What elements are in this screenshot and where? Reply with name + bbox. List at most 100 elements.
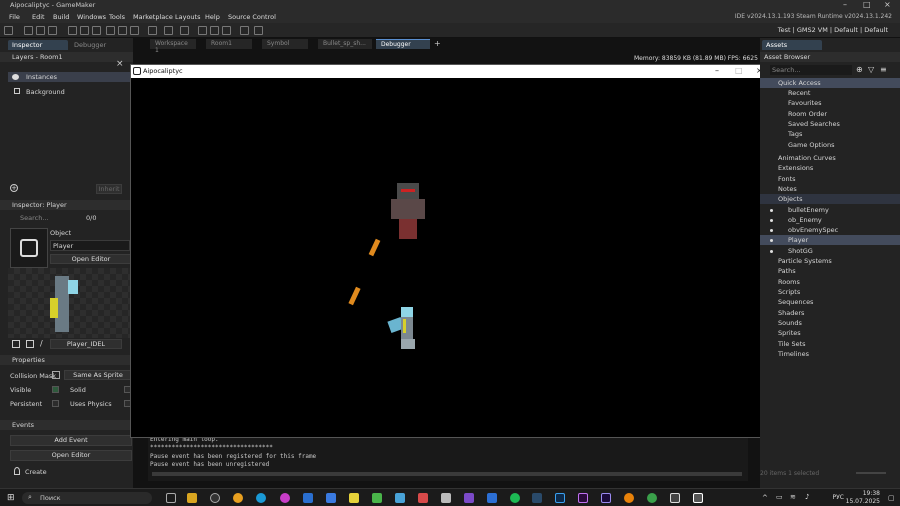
game-minimize-icon[interactable]: – xyxy=(715,66,719,75)
clean-icon[interactable] xyxy=(80,26,89,35)
zoom-slider[interactable] xyxy=(856,472,886,474)
zoom-in-icon[interactable] xyxy=(198,26,207,35)
menu-windows[interactable]: Windows xyxy=(77,13,106,21)
layout-icon[interactable] xyxy=(254,26,263,35)
menu-edit[interactable]: Edit xyxy=(32,13,45,21)
fonts-group[interactable]: Fonts xyxy=(760,174,900,184)
tab-debugger[interactable]: Debugger xyxy=(376,39,430,49)
quick-access[interactable]: Quick Access xyxy=(760,78,900,88)
asset-bullet-enemy[interactable]: bulletEnemy xyxy=(760,205,900,215)
premiere-icon[interactable] xyxy=(578,493,588,503)
open-editor-events-button[interactable]: Open Editor xyxy=(10,450,132,461)
scripts-group[interactable]: Scripts xyxy=(760,287,900,297)
app-icon[interactable] xyxy=(326,493,336,503)
tab-workspace[interactable]: Workspace 1 xyxy=(150,39,196,54)
menu-build[interactable]: Build xyxy=(53,13,69,21)
inherit-button[interactable]: Inherit xyxy=(96,184,122,194)
sprite-icon[interactable] xyxy=(12,340,20,348)
tile-sets-group[interactable]: Tile Sets xyxy=(760,339,900,349)
app-icon[interactable] xyxy=(372,493,382,503)
menu-marketplace[interactable]: Marketplace xyxy=(133,13,173,21)
favourites-item[interactable]: Favourites xyxy=(760,98,900,108)
events-header[interactable]: Events xyxy=(0,420,133,430)
vk-icon[interactable] xyxy=(303,493,313,503)
edit-sprite-icon[interactable] xyxy=(26,340,34,348)
close-debugger-icon[interactable]: × xyxy=(116,59,124,69)
blender-icon[interactable] xyxy=(624,493,634,503)
paths-group[interactable]: Paths xyxy=(760,266,900,276)
timelines-group[interactable]: Timelines xyxy=(760,349,900,359)
create-event[interactable]: Create xyxy=(25,468,47,476)
sprites-group[interactable]: Sprites xyxy=(760,328,900,338)
menu-help[interactable]: Help xyxy=(205,13,220,21)
settings-icon[interactable] xyxy=(180,26,189,35)
sounds-group[interactable]: Sounds xyxy=(760,318,900,328)
target-selector[interactable]: Test | GMS2 VM | Default | Default xyxy=(778,26,888,34)
build-icon[interactable] xyxy=(68,26,77,35)
network-icon[interactable]: ▭ xyxy=(776,493,783,501)
app-icon[interactable] xyxy=(487,493,497,503)
grid-icon[interactable] xyxy=(240,26,249,35)
game-maximize-icon[interactable]: □ xyxy=(735,66,743,75)
game-options-icon[interactable] xyxy=(164,26,173,35)
stop-icon[interactable] xyxy=(118,26,127,35)
inspector-search-input[interactable]: Search... xyxy=(10,214,49,222)
gamemaker-game-icon[interactable] xyxy=(693,493,703,503)
task-view-icon[interactable] xyxy=(166,493,176,503)
yandex-browser-icon[interactable] xyxy=(233,493,243,503)
telegram-icon[interactable] xyxy=(256,493,266,503)
animation-curves-group[interactable]: Animation Curves xyxy=(760,153,900,163)
notes-app-icon[interactable] xyxy=(349,493,359,503)
new-icon[interactable] xyxy=(24,26,33,35)
language-indicator[interactable]: РУС xyxy=(833,494,844,501)
target-icon[interactable] xyxy=(148,26,157,35)
sequences-group[interactable]: Sequences xyxy=(760,297,900,307)
asset-obv-enemy-spec[interactable]: obvEnemySpec xyxy=(760,225,900,235)
add-asset-icon[interactable]: ⊕ xyxy=(856,65,863,74)
menu-tools[interactable]: Tools xyxy=(109,13,125,21)
asset-search-input[interactable]: Search... xyxy=(770,65,852,75)
collision-mask-icon[interactable] xyxy=(52,371,60,379)
spotify-icon[interactable] xyxy=(510,493,520,503)
menu-file[interactable]: File xyxy=(9,13,20,21)
gamemaker-icon[interactable] xyxy=(670,493,680,503)
debug-icon[interactable] xyxy=(92,26,101,35)
extensions-group[interactable]: Extensions xyxy=(760,163,900,173)
package-icon[interactable] xyxy=(130,26,139,35)
sprite-selector[interactable]: Player_IDEL xyxy=(50,339,122,349)
tab-assets[interactable]: Assets xyxy=(762,40,822,50)
same-as-sprite-button[interactable]: Same As Sprite xyxy=(64,370,132,380)
particle-systems-group[interactable]: Particle Systems xyxy=(760,256,900,266)
asset-player[interactable]: Player xyxy=(760,235,900,245)
photoshop-icon[interactable] xyxy=(555,493,565,503)
visual-studio-icon[interactable] xyxy=(464,493,474,503)
persistent-checkbox[interactable] xyxy=(52,400,59,407)
tags-item[interactable]: Tags xyxy=(760,129,900,139)
menu-layouts[interactable]: Layouts xyxy=(175,13,200,21)
add-tab-icon[interactable]: + xyxy=(434,39,441,48)
add-event-button[interactable]: Add Event xyxy=(10,435,132,446)
object-name-field[interactable]: Player xyxy=(50,240,130,251)
file-explorer-icon[interactable] xyxy=(187,493,197,503)
room-order-item[interactable]: Room Order xyxy=(760,109,900,119)
zoom-reset-icon[interactable] xyxy=(222,26,231,35)
tab-debugger[interactable]: Debugger xyxy=(70,40,128,50)
media-player-icon[interactable] xyxy=(210,493,220,503)
recent-item[interactable]: Recent xyxy=(760,88,900,98)
windows-start-icon[interactable]: ⊞ xyxy=(7,493,15,503)
close-icon[interactable]: × xyxy=(884,0,891,9)
tab-room1[interactable]: Room1 xyxy=(206,39,252,49)
app-icon[interactable] xyxy=(418,493,428,503)
open-icon[interactable] xyxy=(36,26,45,35)
taskbar-search[interactable]: ⌕ Поиск xyxy=(22,492,152,504)
tab-symbol[interactable]: Symbol xyxy=(262,39,308,49)
maximize-icon[interactable]: □ xyxy=(863,0,871,9)
layer-instances[interactable]: Instances xyxy=(8,72,133,82)
app-icon[interactable] xyxy=(395,493,405,503)
open-editor-button[interactable]: Open Editor xyxy=(50,254,132,264)
wifi-icon[interactable]: ≋ xyxy=(790,493,796,501)
add-layer-icon[interactable]: + xyxy=(10,184,18,192)
volume-icon[interactable]: ♪ xyxy=(805,493,809,501)
app-icon[interactable] xyxy=(647,493,657,503)
shaders-group[interactable]: Shaders xyxy=(760,308,900,318)
